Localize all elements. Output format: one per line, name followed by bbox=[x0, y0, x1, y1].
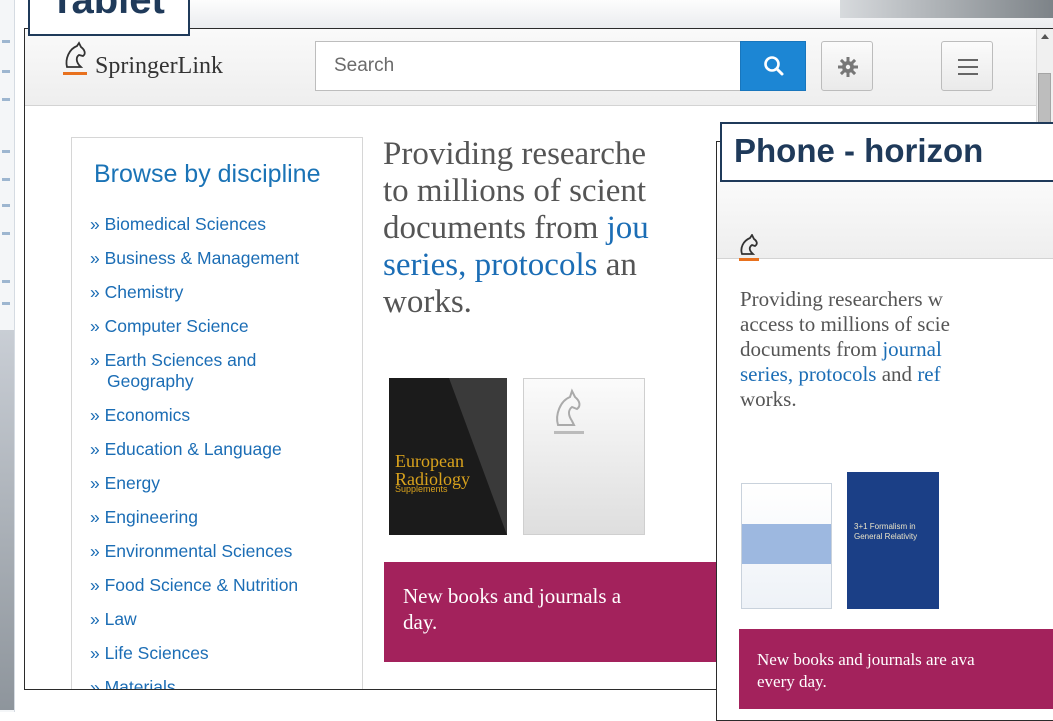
phone-hero-text: Providing researchers w access to millio… bbox=[740, 287, 950, 411]
discipline-link[interactable]: » Engineering bbox=[90, 507, 360, 528]
phone-new-books-banner[interactable]: New books and journals are ava every day. bbox=[739, 629, 1053, 709]
hamburger-menu-icon bbox=[958, 59, 978, 75]
hero-text: Providing researche to millions of scien… bbox=[383, 136, 649, 320]
journals-link[interactable]: jou bbox=[607, 210, 649, 246]
phone-horizontal-label: Phone - horizon bbox=[720, 122, 1053, 182]
settings-button[interactable] bbox=[821, 41, 873, 91]
discipline-link[interactable]: » Food Science & Nutrition bbox=[90, 575, 360, 596]
phone-reference-link[interactable]: ref bbox=[917, 362, 940, 386]
phone-journals-link[interactable]: journal bbox=[882, 337, 941, 361]
search-button[interactable] bbox=[740, 41, 806, 91]
background-screenshot-top-right bbox=[840, 0, 1053, 18]
discipline-link[interactable]: » Business & Management bbox=[90, 248, 360, 269]
tablet-label: Tablet bbox=[28, 0, 190, 36]
phone-book-cover-formalism[interactable]: 3+1 Formalism in General Relativity bbox=[847, 472, 939, 609]
phone-springer-horse-logo-icon bbox=[739, 234, 759, 261]
search-input[interactable] bbox=[315, 41, 741, 91]
menu-button[interactable] bbox=[941, 41, 993, 91]
browse-by-discipline-title: Browse by discipline bbox=[94, 160, 321, 188]
discipline-link[interactable]: » Law bbox=[90, 609, 360, 630]
gear-icon bbox=[838, 57, 858, 77]
phone-site-header bbox=[717, 182, 1053, 259]
logo-link-text: Link bbox=[177, 53, 223, 79]
phone-label-text: Phone - horizon bbox=[734, 132, 984, 169]
site-header: SpringerLink bbox=[25, 29, 1053, 106]
tablet-label-text: Tablet bbox=[50, 0, 165, 22]
discipline-link[interactable]: » Environmental Sciences bbox=[90, 541, 360, 562]
new-books-banner[interactable]: New books and journals a day. bbox=[384, 562, 744, 662]
discipline-link[interactable]: » Earth Sciences and Geography bbox=[90, 350, 360, 392]
logo-springer-text: Springer bbox=[95, 53, 178, 79]
discipline-link[interactable]: » Energy bbox=[90, 473, 360, 494]
discipline-list: » Biomedical Sciences » Business & Manag… bbox=[90, 214, 360, 689]
discipline-link[interactable]: » Computer Science bbox=[90, 316, 360, 337]
discipline-link[interactable]: » Materials bbox=[90, 677, 360, 689]
book-cover-european-radiology[interactable]: European Radiology Supplements bbox=[389, 378, 507, 535]
discipline-link[interactable]: » Life Sciences bbox=[90, 643, 360, 664]
book-cover-placeholder[interactable] bbox=[523, 378, 645, 535]
background-screenshot-left bbox=[0, 0, 15, 712]
discipline-link[interactable]: » Education & Language bbox=[90, 439, 360, 460]
search-icon bbox=[764, 56, 784, 76]
phone-protocols-link[interactable]: series, protocols bbox=[740, 362, 876, 386]
phone-book-cover-1[interactable] bbox=[741, 483, 832, 609]
discipline-link[interactable]: » Economics bbox=[90, 405, 360, 426]
discipline-link[interactable]: » Chemistry bbox=[90, 282, 360, 303]
protocols-link[interactable]: series, protocols bbox=[383, 247, 597, 283]
springerlink-logo[interactable]: SpringerLink bbox=[95, 53, 223, 80]
springer-horse-logo-icon bbox=[63, 41, 87, 75]
scroll-up-arrow-icon bbox=[1041, 34, 1049, 39]
springer-horse-placeholder-icon bbox=[554, 388, 584, 434]
discipline-link[interactable]: » Biomedical Sciences bbox=[90, 214, 360, 235]
phone-horizontal-screenshot: Providing researchers w access to millio… bbox=[716, 141, 1053, 721]
browse-by-discipline-panel: Browse by discipline » Biomedical Scienc… bbox=[71, 137, 363, 689]
